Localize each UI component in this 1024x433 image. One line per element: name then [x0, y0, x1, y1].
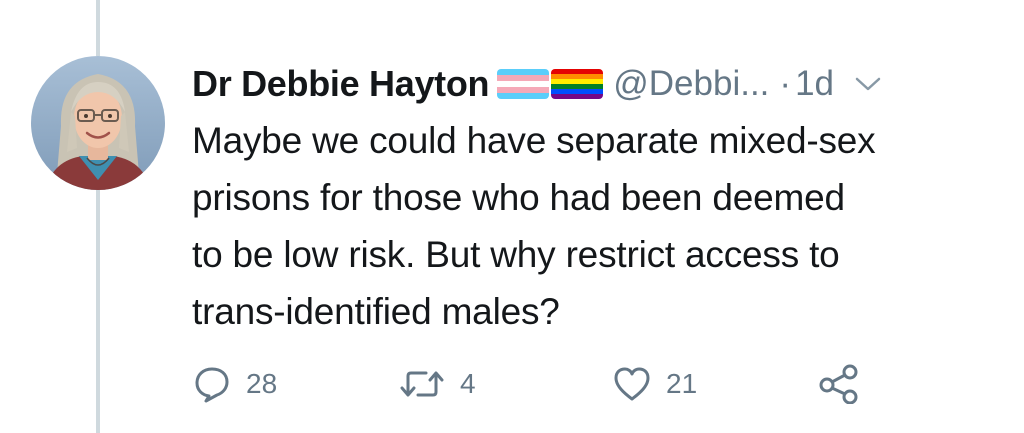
avatar-photo — [31, 56, 165, 190]
author-handle[interactable]: @Debbi... — [613, 64, 769, 104]
rainbow-flag-emoji — [551, 69, 604, 99]
tweet-text: Maybe we could have separate mixed-sex p… — [192, 112, 1012, 340]
heart-icon — [614, 367, 650, 401]
tweet-text-line: Maybe we could have separate mixed-sex — [192, 120, 876, 161]
tweet-timestamp[interactable]: 1d — [795, 64, 834, 104]
like-count: 21 — [666, 368, 698, 399]
tweet-text-line: trans-identified males? — [192, 291, 560, 332]
tweet-text-line: to be low risk. But why restrict access … — [192, 234, 840, 275]
retweet-button[interactable]: 4 — [398, 360, 476, 408]
header-separator: · — [779, 64, 792, 103]
retweet-icon — [400, 371, 444, 397]
reply-count: 28 — [246, 368, 278, 399]
like-button[interactable]: 21 — [612, 360, 697, 408]
chevron-down-icon[interactable] — [854, 75, 882, 93]
transgender-flag-emoji — [497, 69, 550, 99]
share-button[interactable] — [818, 360, 860, 408]
retweet-count: 4 — [460, 368, 476, 399]
avatar[interactable] — [31, 56, 165, 190]
reply-icon — [195, 367, 229, 403]
tweet-actions-bar: 28 4 21 — [192, 360, 892, 408]
tweet-header: Dr Debbie Hayton @Debbi... · 1d — [192, 60, 1002, 108]
share-icon — [819, 364, 858, 404]
reply-button[interactable]: 28 — [192, 360, 277, 408]
tweet-text-line: prisons for those who had been deemed — [192, 177, 845, 218]
author-display-name[interactable]: Dr Debbie Hayton — [192, 63, 490, 105]
